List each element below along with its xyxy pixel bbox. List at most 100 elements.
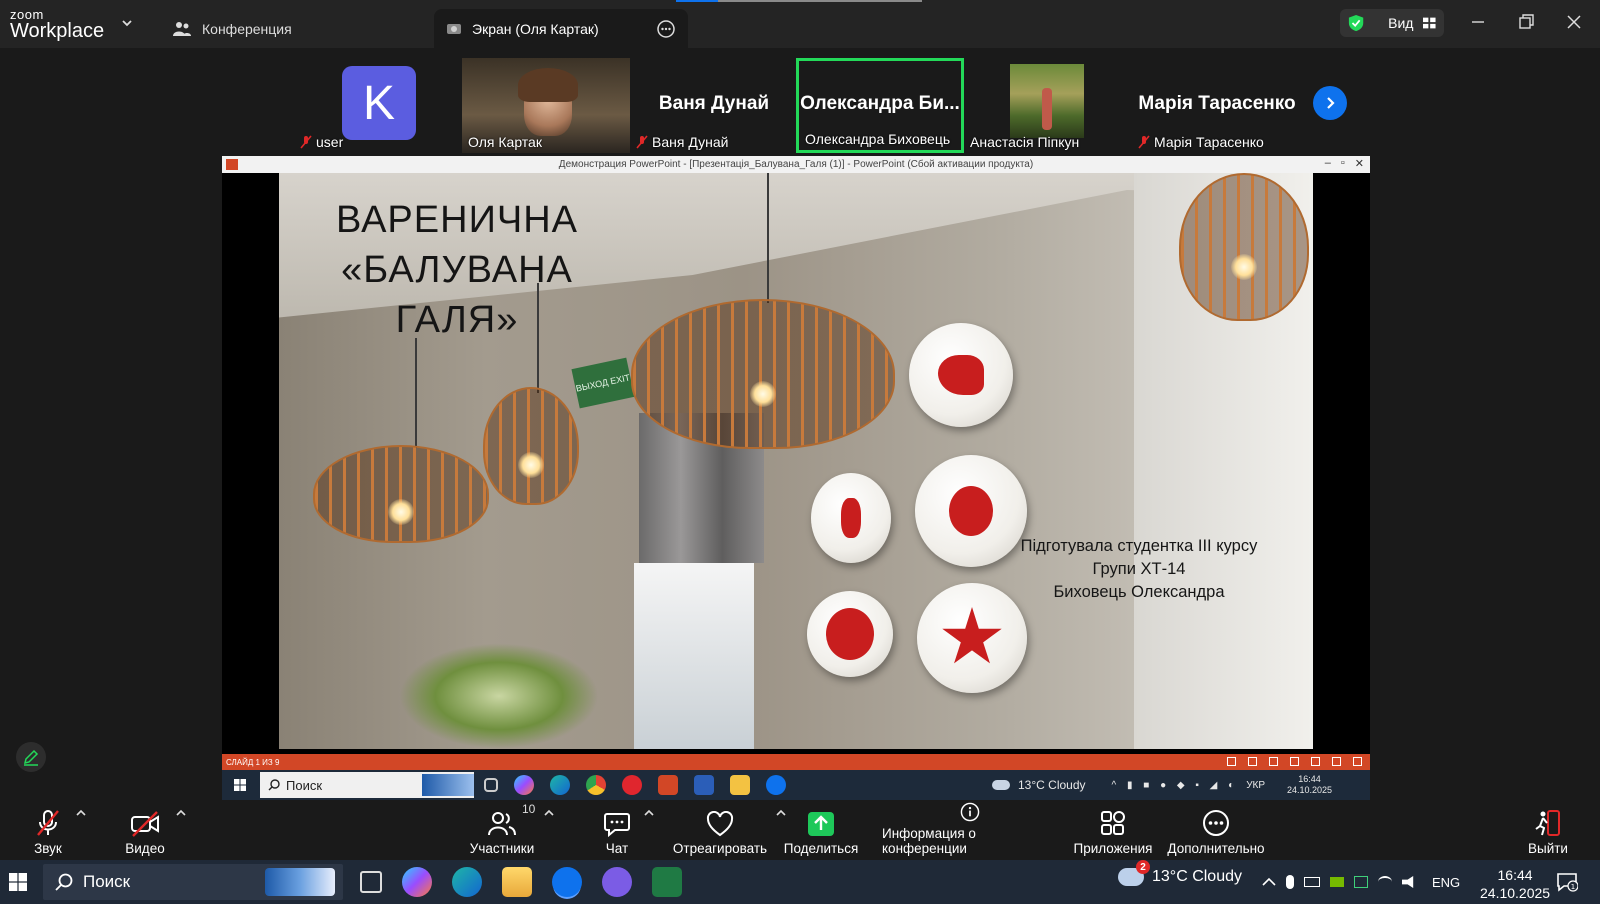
menu-icon[interactable]: [1248, 757, 1257, 766]
search-highlight-image: [265, 868, 335, 896]
participant-tile-olya[interactable]: Оля Картак: [462, 58, 630, 153]
audio-button[interactable]: Звук: [28, 802, 86, 860]
chevron-up-icon[interactable]: [544, 808, 554, 818]
chat-icon: [604, 813, 630, 837]
weather-badge: 2: [1136, 860, 1150, 874]
participant-name-text: Ваня Дунай: [652, 134, 729, 150]
apps-label: Приложения: [1073, 841, 1153, 856]
participant-tile-user[interactable]: K user: [294, 58, 462, 153]
participant-tile-maria[interactable]: Марія Тарасенко Марія Тарасенко: [1132, 58, 1302, 153]
slide-title-line2: «БАЛУВАНА ГАЛЯ»: [341, 249, 573, 341]
mic-icon[interactable]: [1286, 875, 1294, 889]
windows-search-box[interactable]: Поиск: [43, 864, 343, 900]
view-button[interactable]: Вид: [1340, 9, 1444, 37]
participant-strip: K user Оля Картак Ваня Дунай Ваня Дунай …: [0, 48, 1600, 156]
taskbar-apps: [360, 867, 682, 897]
lamp-bulb: [388, 498, 414, 525]
windows-start-icon: [234, 779, 246, 791]
cloud-icon: [992, 780, 1010, 790]
windows-start-icon[interactable]: [9, 873, 27, 891]
chevron-up-icon[interactable]: [644, 808, 654, 818]
ppt-status-controls: [1227, 757, 1362, 766]
share-up-arrow-icon: [808, 812, 834, 836]
chat-button[interactable]: Чат: [598, 802, 654, 860]
windows-taskbar: Поиск 2 13°C Cloudy ENG 16:44 24.10.2025…: [0, 860, 1600, 904]
svg-text:1: 1: [1571, 883, 1575, 891]
input-language[interactable]: ENG: [1432, 875, 1460, 890]
restore-icon[interactable]: [1514, 10, 1538, 34]
system-clock[interactable]: 16:44 24.10.2025: [1480, 866, 1550, 902]
zoom-app-icon[interactable]: [552, 867, 582, 897]
task-view-icon: [484, 778, 498, 792]
mic-muted-icon: [1138, 135, 1150, 149]
slide-title-line1: ВАРЕНИЧНА: [336, 199, 578, 241]
decor-plate-tulips: [811, 473, 891, 563]
chevron-up-icon[interactable]: [76, 808, 86, 818]
participants-button[interactable]: 10 Участники: [468, 802, 554, 860]
tray-icons: ^ ▮ ■ ● ◆ ▪ ◢ ◐: [1111, 779, 1239, 791]
notification-icon[interactable]: 1: [1556, 872, 1578, 892]
zoom-logo: zoom Workplace: [10, 8, 104, 41]
video-person: [1042, 88, 1052, 130]
chevron-up-icon[interactable]: [1262, 877, 1276, 887]
wifi-icon[interactable]: [1378, 876, 1392, 888]
react-button[interactable]: Отреагировать: [672, 802, 786, 860]
lamp-center: [631, 299, 895, 449]
tab-shared-screen[interactable]: Экран (Оля Картак): [434, 9, 688, 48]
next-participants-button[interactable]: [1313, 86, 1347, 120]
video-button[interactable]: Видео: [122, 802, 186, 860]
monitor-icon[interactable]: [1354, 876, 1368, 888]
meeting-info-button[interactable]: Информация о конференции: [882, 802, 1058, 860]
shield-check-icon[interactable]: [1348, 13, 1364, 33]
tab-conference[interactable]: Конференция: [160, 9, 430, 48]
avatar: K: [342, 66, 416, 140]
excel-icon[interactable]: [652, 867, 682, 897]
ppt-restore-icon[interactable]: ▫: [1341, 157, 1345, 170]
battery-icon[interactable]: [1304, 877, 1320, 887]
sorter-view-icon[interactable]: [1311, 757, 1320, 766]
participant-name-text: Анастасія Піпкун: [970, 134, 1080, 150]
exit-sign: ВЫХОД EXIT: [571, 357, 635, 409]
lamp-bulb: [1231, 254, 1257, 281]
viber-icon[interactable]: [602, 867, 632, 897]
chevron-down-icon[interactable]: [120, 16, 134, 30]
ppt-title-bar: Демонстрация PowerPoint - [Презентація_Б…: [222, 156, 1370, 173]
task-view-icon[interactable]: [360, 871, 382, 893]
prev-slide-icon[interactable]: [1227, 757, 1236, 766]
ppt-close-icon[interactable]: ✕: [1355, 157, 1364, 170]
participant-tile-vanya[interactable]: Ваня Дунай Ваня Дунай: [630, 58, 798, 153]
shared-screen[interactable]: Демонстрация PowerPoint - [Презентація_Б…: [222, 156, 1370, 800]
edge-icon[interactable]: [452, 867, 482, 897]
file-explorer-icon[interactable]: [502, 867, 532, 897]
leave-button[interactable]: Выйти: [1528, 802, 1568, 860]
meeting-toolbar: Звук Видео 10 Участники Чат Отреагироват…: [0, 802, 1600, 860]
next-slide-icon[interactable]: [1269, 757, 1278, 766]
ppt-status-bar: СЛАЙД 1 ИЗ 9: [222, 754, 1370, 770]
annotate-button[interactable]: [16, 742, 46, 772]
tab-conference-label: Конференция: [202, 20, 292, 37]
normal-view-icon[interactable]: [1290, 757, 1299, 766]
participant-name: Оля Картак: [468, 134, 542, 150]
share-button[interactable]: Поделиться: [784, 802, 858, 860]
speaker-icon[interactable]: [1402, 876, 1414, 888]
chevron-up-icon[interactable]: [776, 808, 786, 818]
copilot-icon[interactable]: [402, 867, 432, 897]
chevron-up-icon[interactable]: [176, 808, 186, 818]
slideshow-icon[interactable]: [1353, 757, 1362, 766]
weather-icon: 2: [1118, 860, 1150, 886]
more-button[interactable]: Дополнительно: [1166, 802, 1266, 860]
minimize-icon[interactable]: [1466, 10, 1490, 34]
reading-view-icon[interactable]: [1332, 757, 1341, 766]
more-icon[interactable]: [656, 19, 676, 39]
participant-tile-anastasia[interactable]: Анастасія Піпкун: [964, 58, 1132, 153]
meeting-info-label: Информация о конференции: [882, 826, 976, 856]
remote-weather: 13°C Cloudy: [1018, 778, 1086, 792]
close-icon[interactable]: [1562, 10, 1586, 34]
participant-tile-oleksandra[interactable]: Олександра Би... Олександра Биховець: [796, 58, 964, 153]
weather-widget[interactable]: 2 13°C Cloudy: [1118, 860, 1242, 886]
participant-name-text: Марія Тарасенко: [1154, 134, 1264, 150]
nvidia-icon[interactable]: [1330, 877, 1344, 887]
ppt-minimize-icon[interactable]: –: [1325, 157, 1331, 170]
leave-icon: [1535, 810, 1560, 836]
apps-button[interactable]: Приложения: [1072, 802, 1154, 860]
